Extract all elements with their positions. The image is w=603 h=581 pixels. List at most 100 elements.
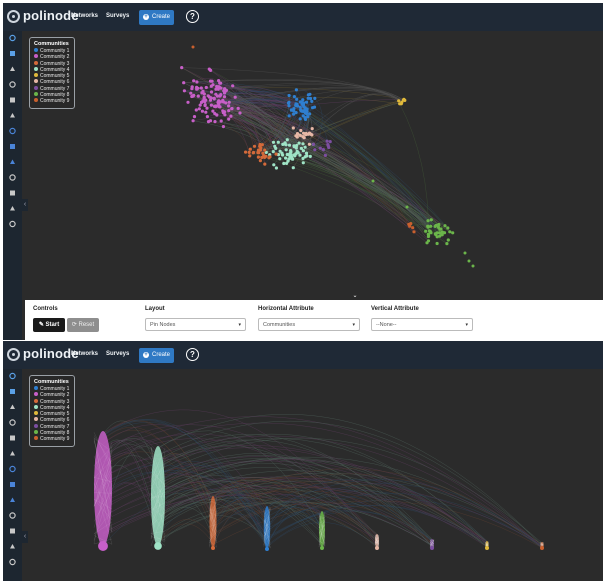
node — [197, 107, 201, 111]
node — [263, 148, 267, 152]
community-column[interactable] — [150, 446, 166, 550]
reset-button[interactable]: ⟳ Reset — [67, 318, 99, 332]
node — [301, 161, 305, 165]
node — [212, 104, 217, 108]
community-column[interactable] — [374, 533, 380, 550]
node — [318, 146, 322, 150]
node — [182, 89, 186, 93]
network-graph[interactable] — [3, 341, 603, 581]
node — [260, 155, 264, 160]
layout-select-value: Pin Nodes — [150, 322, 176, 328]
node — [98, 541, 108, 551]
community-column[interactable] — [263, 506, 271, 551]
node — [412, 230, 416, 234]
node — [298, 105, 302, 109]
node — [212, 96, 216, 100]
node — [433, 224, 437, 228]
node — [426, 239, 431, 243]
legend-swatch — [34, 48, 38, 52]
legend-label: Community 2 — [40, 54, 70, 61]
node — [430, 546, 434, 550]
caret-down-icon: ▾ — [238, 322, 241, 328]
controls-collapse-toggle[interactable]: ⌄ — [347, 292, 363, 300]
legend-item[interactable]: Community 9 — [34, 98, 71, 104]
node — [291, 166, 295, 170]
node — [247, 150, 251, 154]
node — [294, 111, 298, 115]
community-column[interactable] — [318, 511, 326, 550]
node — [182, 81, 186, 85]
legend-rows: Community 1 Community 2 Community 3 Communi… — [34, 386, 71, 443]
legend-label: Community 1 — [40, 386, 70, 392]
node — [426, 219, 430, 223]
node — [287, 93, 291, 98]
legend-swatch — [34, 79, 38, 84]
node — [284, 156, 288, 160]
start-button[interactable]: ✎ Start — [33, 318, 65, 332]
node — [221, 100, 226, 104]
community-legend: Communities Community 1 Community 2 Commun… — [29, 375, 75, 447]
node — [287, 114, 291, 118]
node — [260, 143, 264, 147]
horizontal-attribute-value: Communities — [263, 322, 296, 328]
network-graph[interactable] — [3, 3, 603, 340]
node — [424, 229, 428, 233]
node — [291, 126, 295, 130]
node — [443, 224, 447, 228]
node — [299, 109, 303, 113]
node — [436, 225, 441, 229]
horizontal-attribute-select[interactable]: Communities ▾ — [258, 318, 360, 331]
node — [209, 103, 213, 107]
node — [204, 110, 208, 114]
node — [306, 93, 310, 97]
node — [467, 259, 471, 263]
node — [298, 117, 302, 121]
node — [222, 110, 227, 114]
legend-label: Community 8 — [40, 430, 70, 437]
node — [403, 98, 407, 102]
node — [273, 144, 277, 148]
node — [281, 153, 285, 157]
node — [217, 94, 222, 98]
node — [261, 151, 265, 155]
legend-swatch — [34, 411, 38, 416]
layout-select[interactable]: Pin Nodes ▾ — [145, 318, 246, 331]
node — [297, 141, 301, 145]
community-column[interactable] — [209, 496, 217, 550]
legend-title: Communities — [34, 379, 69, 385]
node — [264, 154, 268, 158]
legend-swatch — [34, 404, 38, 409]
node — [287, 104, 291, 108]
node — [397, 99, 401, 103]
node — [309, 132, 313, 136]
node — [295, 135, 299, 139]
edge — [102, 443, 159, 469]
community-column[interactable] — [429, 539, 435, 550]
node — [222, 95, 227, 99]
reset-button-label: Reset — [78, 322, 95, 328]
start-button-label: Start — [45, 322, 60, 328]
node — [189, 91, 193, 95]
node — [271, 150, 275, 154]
refresh-icon: ⟳ — [71, 322, 79, 328]
node — [307, 142, 311, 146]
legend-label: Community 3 — [40, 60, 70, 67]
node — [426, 234, 430, 239]
legend-swatch — [34, 60, 38, 65]
node — [434, 233, 438, 237]
node — [227, 100, 231, 104]
node — [200, 109, 204, 113]
node — [325, 139, 329, 143]
legend-swatch — [34, 73, 38, 78]
legend-item[interactable]: Community 9 — [34, 436, 71, 442]
node — [191, 45, 195, 49]
node — [272, 163, 276, 167]
legend-label: Community 4 — [40, 66, 70, 73]
edge — [157, 519, 214, 544]
vertical-attribute-select[interactable]: --None-- ▾ — [371, 318, 473, 331]
node — [437, 222, 441, 227]
node — [233, 95, 237, 99]
community-column[interactable] — [485, 540, 489, 550]
network-nodes[interactable] — [93, 431, 544, 551]
node — [311, 142, 316, 146]
